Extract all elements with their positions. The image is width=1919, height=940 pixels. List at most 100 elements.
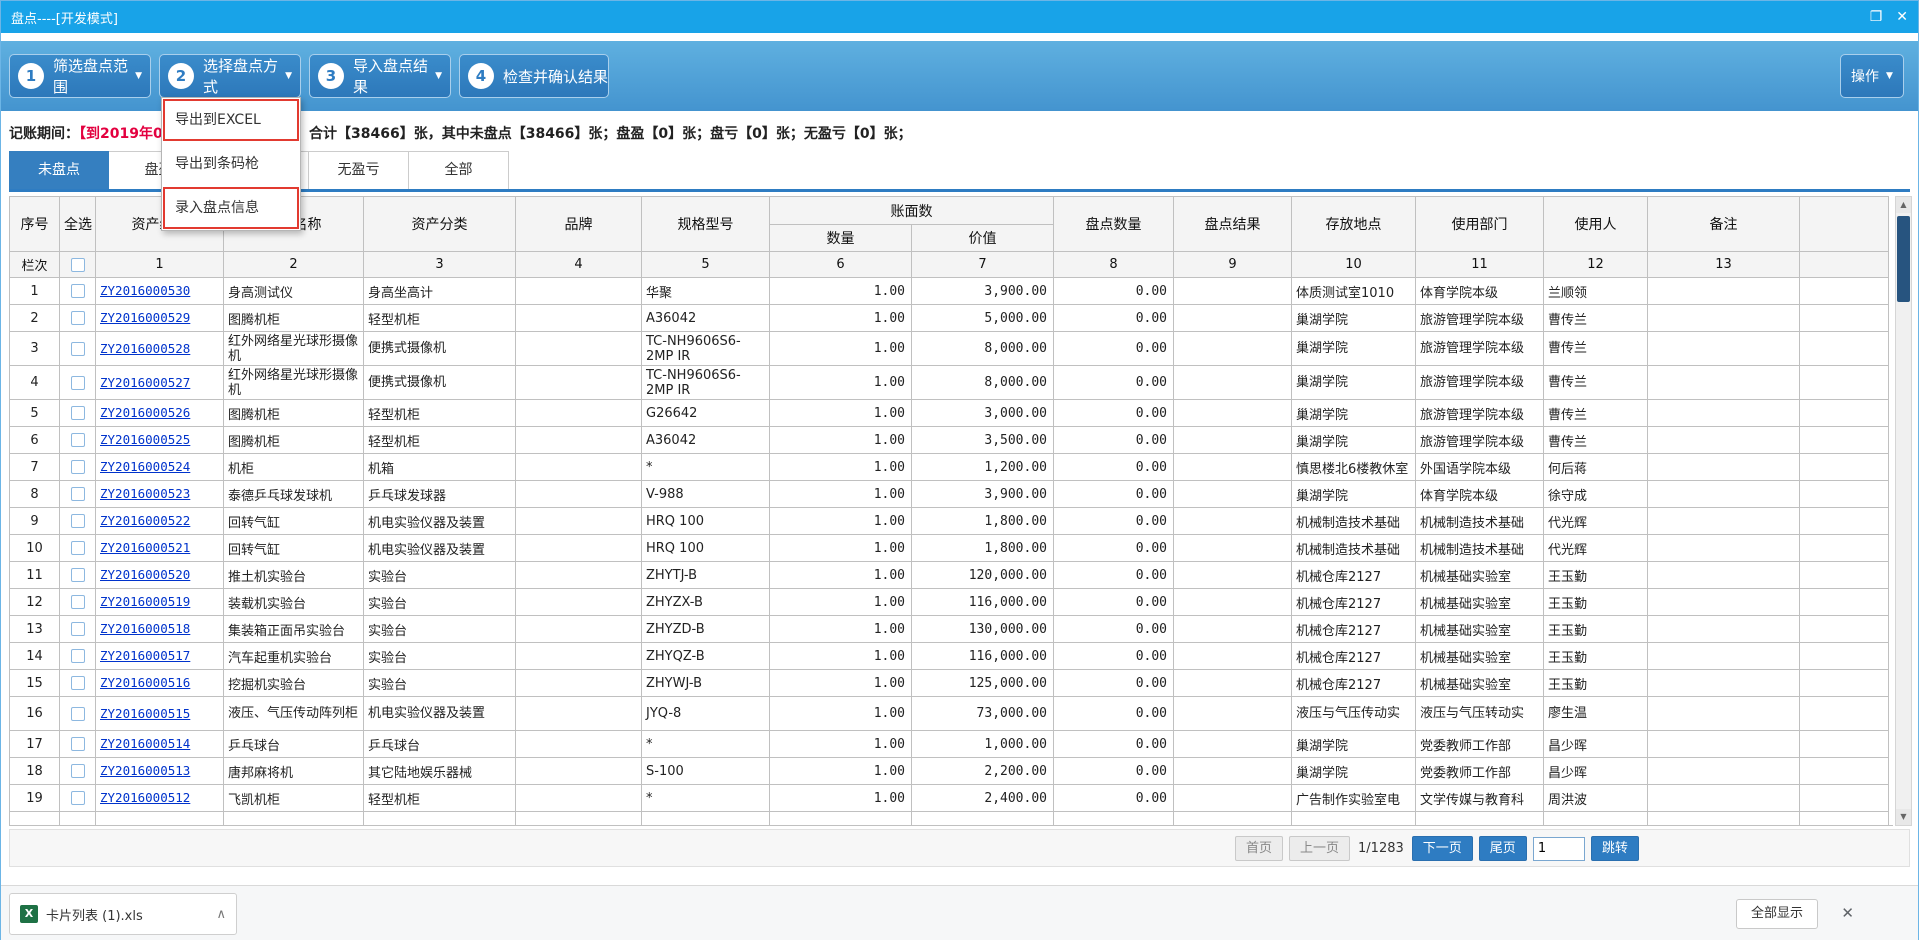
jump-button[interactable]: 跳转 — [1591, 836, 1639, 861]
page-jump-input[interactable] — [1533, 837, 1585, 861]
asset-code-link[interactable]: ZY2016000515 — [100, 706, 190, 721]
row-checkbox[interactable] — [71, 595, 85, 609]
row-checkbox[interactable] — [71, 649, 85, 663]
table-row: 8ZY2016000523泰德乒乓球发球机乒乓球发球器V-9881.003,90… — [10, 481, 1889, 508]
row-checkbox[interactable] — [71, 568, 85, 582]
row-checkbox[interactable] — [71, 460, 85, 474]
header-value: 价值 — [912, 225, 1054, 252]
menu-item[interactable]: 导出到EXCEL — [162, 98, 300, 142]
book-qty-cell: 1.00 — [770, 278, 912, 305]
vertical-scrollbar[interactable]: ▲ ▼ — [1895, 196, 1912, 826]
check-qty-cell: 0.00 — [1054, 616, 1174, 643]
asset-category-cell: 便携式摄像机 — [364, 332, 516, 366]
scroll-down-icon[interactable]: ▼ — [1896, 809, 1911, 825]
step-button-3[interactable]: 3导入盘点结果▼ — [309, 54, 451, 98]
step-number: 1 — [18, 63, 44, 89]
row-checkbox[interactable] — [71, 342, 85, 356]
partial-cell — [1544, 812, 1648, 827]
asset-name-cell: 集装箱正面吊实验台 — [224, 616, 364, 643]
last-page-button[interactable]: 尾页 — [1479, 836, 1527, 861]
asset-code-link[interactable]: ZY2016000527 — [100, 375, 190, 390]
asset-name-cell: 机柜 — [224, 454, 364, 481]
book-value-cell: 116,000.00 — [912, 643, 1054, 670]
table-row: 10ZY2016000521回转气缸机电实验仪器及装置HRQ 1001.001,… — [10, 535, 1889, 562]
asset-code-link[interactable]: ZY2016000524 — [100, 459, 190, 474]
header-location: 存放地点 — [1292, 197, 1416, 252]
row-checkbox[interactable] — [71, 737, 85, 751]
row-filler — [1800, 278, 1889, 305]
first-page-button[interactable]: 首页 — [1235, 836, 1283, 861]
asset-code-link[interactable]: ZY2016000525 — [100, 432, 190, 447]
check-result-cell — [1174, 366, 1292, 400]
book-value-cell: 8,000.00 — [912, 366, 1054, 400]
row-checkbox[interactable] — [71, 433, 85, 447]
action-button[interactable]: 操作 ▼ — [1840, 54, 1904, 98]
row-checkbox[interactable] — [71, 376, 85, 390]
asset-code-link[interactable]: ZY2016000518 — [100, 621, 190, 636]
location-cell: 液压与气压传动实 — [1292, 697, 1416, 731]
next-page-button[interactable]: 下一页 — [1412, 836, 1473, 861]
asset-code-link[interactable]: ZY2016000519 — [100, 594, 190, 609]
check-result-cell — [1174, 332, 1292, 366]
scrollbar-thumb[interactable] — [1897, 216, 1910, 302]
asset-code-link[interactable]: ZY2016000523 — [100, 486, 190, 501]
asset-code-link[interactable]: ZY2016000513 — [100, 763, 190, 778]
row-checkbox[interactable] — [71, 707, 85, 721]
row-filler — [1800, 616, 1889, 643]
window-close-icon[interactable]: ✕ — [1896, 9, 1908, 25]
header-category: 资产分类 — [364, 197, 516, 252]
tab-4[interactable]: 无盈亏 — [309, 151, 409, 189]
row-checkbox[interactable] — [71, 541, 85, 555]
downloaded-filename: 卡片列表 (1).xls — [46, 905, 208, 924]
row-checkbox[interactable] — [71, 487, 85, 501]
row-select-cell — [60, 562, 96, 589]
chevron-up-icon[interactable]: ∧ — [216, 907, 226, 922]
prev-page-button[interactable]: 上一页 — [1289, 836, 1350, 861]
show-all-button[interactable]: 全部显示 — [1736, 899, 1818, 929]
asset-code-link[interactable]: ZY2016000521 — [100, 540, 190, 555]
column-number: 1 — [96, 252, 224, 278]
asset-code-link[interactable]: ZY2016000520 — [100, 567, 190, 582]
asset-code-link[interactable]: ZY2016000528 — [100, 341, 190, 356]
row-checkbox[interactable] — [71, 791, 85, 805]
download-bar-close-icon[interactable]: ✕ — [1841, 904, 1854, 922]
tab-5[interactable]: 全部 — [409, 151, 509, 189]
menu-item[interactable]: 录入盘点信息 — [162, 186, 300, 230]
model-cell: * — [642, 731, 770, 758]
partial-cell — [770, 812, 912, 827]
row-checkbox[interactable] — [71, 311, 85, 325]
asset-code-link[interactable]: ZY2016000529 — [100, 310, 190, 325]
row-checkbox[interactable] — [71, 284, 85, 298]
window-restore-icon[interactable]: ❐ — [1870, 9, 1883, 25]
table-row: 4ZY2016000527红外网络星光球形摄像机便携式摄像机TC-NH9606S… — [10, 366, 1889, 400]
check-qty-cell: 0.00 — [1054, 785, 1174, 812]
asset-code-link[interactable]: ZY2016000530 — [100, 283, 190, 298]
asset-code-link[interactable]: ZY2016000522 — [100, 513, 190, 528]
downloaded-file-chip[interactable]: X 卡片列表 (1).xls ∧ — [9, 893, 237, 935]
step-button-4[interactable]: 4检查并确认结果 — [459, 54, 609, 98]
row-checkbox[interactable] — [71, 622, 85, 636]
scroll-up-icon[interactable]: ▲ — [1896, 197, 1911, 213]
step-button-1[interactable]: 1筛选盘点范围▼ — [9, 54, 151, 98]
row-select-cell — [60, 332, 96, 366]
asset-code-link[interactable]: ZY2016000512 — [100, 790, 190, 805]
model-cell: ZHYZD-B — [642, 616, 770, 643]
asset-code-link[interactable]: ZY2016000514 — [100, 736, 190, 751]
location-cell: 机械仓库2127 — [1292, 616, 1416, 643]
row-checkbox[interactable] — [71, 676, 85, 690]
check-qty-cell: 0.00 — [1054, 670, 1174, 697]
step-button-2[interactable]: 2选择盘点方式▼ — [159, 54, 301, 98]
check-result-cell — [1174, 481, 1292, 508]
asset-code-link[interactable]: ZY2016000517 — [100, 648, 190, 663]
asset-category-cell: 机电实验仪器及装置 — [364, 508, 516, 535]
asset-code-link[interactable]: ZY2016000516 — [100, 675, 190, 690]
book-value-cell: 1,200.00 — [912, 454, 1054, 481]
row-checkbox[interactable] — [71, 764, 85, 778]
model-cell: JYQ-8 — [642, 697, 770, 731]
tab-1[interactable]: 未盘点 — [9, 151, 109, 189]
select-all-checkbox[interactable] — [71, 258, 85, 272]
menu-item[interactable]: 导出到条码枪 — [162, 142, 300, 186]
row-checkbox[interactable] — [71, 406, 85, 420]
row-checkbox[interactable] — [71, 514, 85, 528]
asset-code-link[interactable]: ZY2016000526 — [100, 405, 190, 420]
